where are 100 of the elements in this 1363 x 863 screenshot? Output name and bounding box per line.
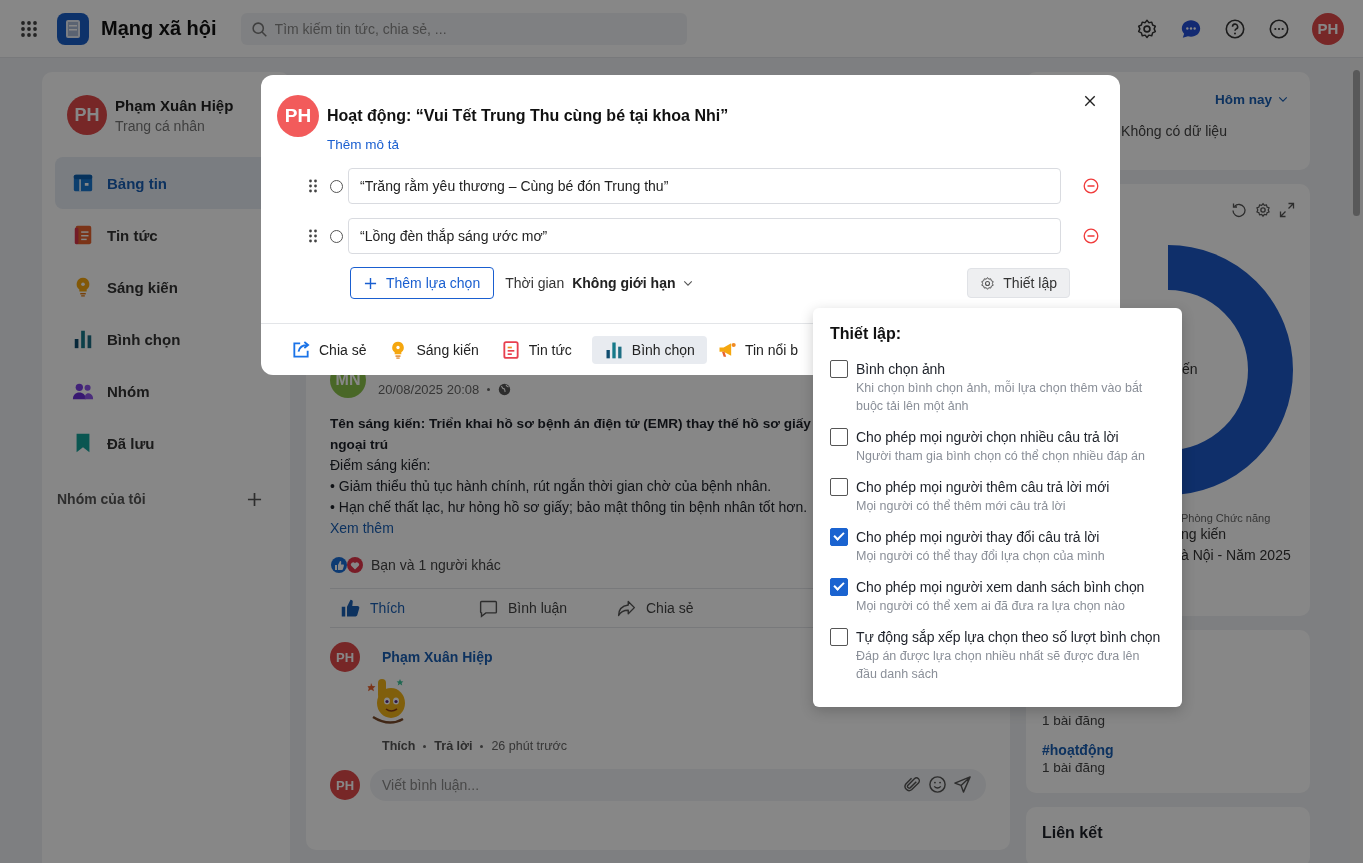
post-text: Điểm sáng kiến:	[330, 456, 431, 475]
chevron-down-icon	[1278, 96, 1288, 103]
option-label[interactable]: Cho phép mọi người chọn nhiều câu trả lời	[856, 427, 1156, 447]
option-input[interactable]: “Trăng rằm yêu thương – Cùng bé đón Trung thu”	[348, 168, 1061, 204]
sidebar-item[interactable]: Sáng kiến	[55, 261, 290, 313]
comment-time: 26 phút trước	[491, 739, 568, 753]
profile-name[interactable]: Phạm Xuân Hiệp	[115, 96, 234, 114]
add-option-button[interactable]: Thêm lựa chọn	[350, 267, 495, 299]
profile-link[interactable]: Trang cá nhân	[115, 117, 234, 134]
sidebar-item[interactable]: Đã lưu	[55, 417, 290, 469]
option-description: Khi chọn bình chọn ảnh, mỗi lựa chọn thêm vào bắt buộc tải lên một ảnh	[856, 379, 1144, 415]
post-type-tab[interactable]: Sáng kiến	[386, 336, 491, 364]
post-title: Tên sáng kiến: Triển khai hồ sơ bệnh án điện tử (EMR) thay thế hồ sơ giấy	[330, 415, 811, 433]
emoji-icon[interactable]	[928, 775, 947, 794]
comment-action-link[interactable]: Trả lời	[434, 739, 473, 753]
option-label[interactable]: Tự động sắp xếp lựa chọn theo số lượt bình chọn	[856, 627, 1161, 647]
user-avatar: PH	[277, 95, 319, 137]
option-description: Người tham gia bình chọn có thể chọn nhiều đáp án	[856, 448, 1146, 465]
app-title: Mạng xã hội	[101, 17, 217, 40]
post-time: 20/08/2025 20:08	[378, 382, 480, 397]
chart-title: à Nội - Năm 2025	[1181, 546, 1292, 565]
checkbox[interactable]	[830, 478, 848, 496]
chevron-down-icon	[683, 279, 694, 287]
post-type-tab[interactable]: Bình chọn	[591, 336, 707, 364]
user-avatar[interactable]: PH	[1312, 12, 1344, 45]
post-action-button[interactable]: Chia sẻ	[616, 597, 754, 619]
settings-button[interactable]: Thiết lập	[967, 268, 1070, 298]
duration-dropdown[interactable]: Không giới hạn	[572, 275, 694, 291]
search-field[interactable]: Tìm kiếm tin tức, chia sẻ, ...	[240, 12, 687, 45]
post-count: 1 bài đăng	[1042, 759, 1107, 777]
option-description: Mọi người có thể thay đổi lựa chọn của mình	[856, 548, 1106, 565]
book-icon	[57, 12, 89, 45]
comment-action-link[interactable]: Thích	[382, 739, 416, 753]
duration-label: Thời gian	[505, 275, 565, 291]
sidebar-item[interactable]: Bình chọn	[55, 313, 290, 365]
paperclip-icon[interactable]	[903, 775, 922, 794]
checkbox[interactable]	[830, 528, 848, 546]
post-action-button[interactable]: Thích	[340, 597, 478, 619]
bar-chart-icon	[72, 328, 94, 350]
option-label[interactable]: Cho phép mọi người thêm câu trả lời mới	[856, 477, 1156, 497]
board-icon	[72, 172, 94, 194]
dialog-title: Hoạt động: “Vui Tết Trung Thu cùng bé tại khoa Nhi”	[327, 107, 729, 125]
section-heading: Nhóm của tôi	[57, 491, 146, 507]
post-action-button[interactable]: Bình luận	[478, 597, 616, 619]
option-label[interactable]: Cho phép mọi người thay đổi câu trả lời	[856, 527, 1156, 547]
see-more-link[interactable]: Xem thêm	[330, 518, 394, 539]
hashtag-link[interactable]: #hoạtđộng	[1042, 742, 1294, 758]
option-label[interactable]: Bình chọn ảnh	[856, 359, 1156, 379]
close-icon[interactable]	[1084, 95, 1096, 107]
user-avatar[interactable]: PH	[67, 95, 107, 135]
chat-icon[interactable]	[1180, 17, 1202, 40]
period-dropdown[interactable]: Hôm nay	[1215, 92, 1288, 107]
send-icon[interactable]	[953, 775, 972, 794]
post-count: 1 bài đăng	[1042, 712, 1107, 730]
checkbox[interactable]	[830, 628, 848, 646]
chart-title: ng kiến	[1181, 525, 1228, 544]
settings-icon[interactable]	[1255, 202, 1271, 218]
drag-handle-icon[interactable]	[308, 229, 318, 243]
option-input[interactable]: “Lồng đèn thắp sáng ước mơ”	[348, 218, 1061, 254]
share-icon	[291, 340, 311, 360]
post-text: • Hạn chế thất lạc, hư hỏng hồ sơ giấy; bảo mật thông tin bệnh nhân tốt hơn.	[330, 498, 808, 517]
reaction-summary[interactable]: Bạn và 1 người khác	[371, 557, 501, 573]
settings-icon[interactable]	[1136, 17, 1158, 40]
checkbox[interactable]	[830, 360, 848, 378]
option-description: Đáp án được lựa chọn nhiều nhất sẽ được đưa lên đầu danh sách	[856, 648, 1141, 683]
refresh-icon[interactable]	[1231, 202, 1247, 218]
plus-icon[interactable]	[247, 491, 262, 507]
add-description-link[interactable]: Thêm mô tả	[327, 137, 400, 153]
post-type-tab[interactable]: Tin tức	[498, 336, 584, 364]
post-title: ngoại trú	[330, 436, 389, 454]
commenter-name[interactable]: Phạm Xuân Hiệp	[382, 649, 568, 665]
remove-icon[interactable]	[1083, 228, 1099, 244]
reaction-icons	[330, 556, 364, 574]
chart-center-label: ến	[1182, 361, 1198, 377]
post-text: • Giảm thiểu thủ tục hành chính, rút ngắn thời gian chờ của bệnh nhân.	[330, 477, 772, 496]
comment-input[interactable]: Viết bình luận...	[370, 769, 986, 801]
plus-icon	[364, 276, 377, 290]
checkbox[interactable]	[830, 428, 848, 446]
thumbs-up-icon	[340, 597, 361, 619]
notebook-icon	[72, 224, 94, 246]
search-icon	[250, 20, 268, 38]
remove-icon[interactable]	[1083, 178, 1099, 194]
document-icon	[500, 340, 521, 360]
option-description: Mọi người có thể xem ai đã đưa ra lựa chọn nào	[856, 598, 1126, 615]
card-title: Liên kết	[1042, 824, 1103, 841]
commenter-avatar[interactable]: PH	[330, 642, 360, 672]
post-type-tab[interactable]: Chia sẻ	[289, 336, 379, 364]
help-icon[interactable]	[1224, 17, 1246, 40]
user-avatar: PH	[330, 770, 360, 800]
option-description: Mọi người có thể thêm mới câu trả lời	[856, 498, 1067, 515]
post-type-tab[interactable]: Tin nổi b	[714, 336, 811, 364]
popover-title: Thiết lập:	[830, 325, 903, 343]
globe-icon	[498, 383, 512, 396]
expand-icon[interactable]	[1279, 202, 1295, 218]
drag-handle-icon[interactable]	[308, 179, 318, 193]
sidebar-item[interactable]: Nhóm	[55, 365, 290, 417]
more-icon[interactable]	[1268, 17, 1290, 40]
option-label[interactable]: Cho phép mọi người xem danh sách bình chọn	[856, 577, 1156, 597]
apps-grid-icon[interactable]	[20, 19, 38, 38]
checkbox[interactable]	[830, 578, 848, 596]
